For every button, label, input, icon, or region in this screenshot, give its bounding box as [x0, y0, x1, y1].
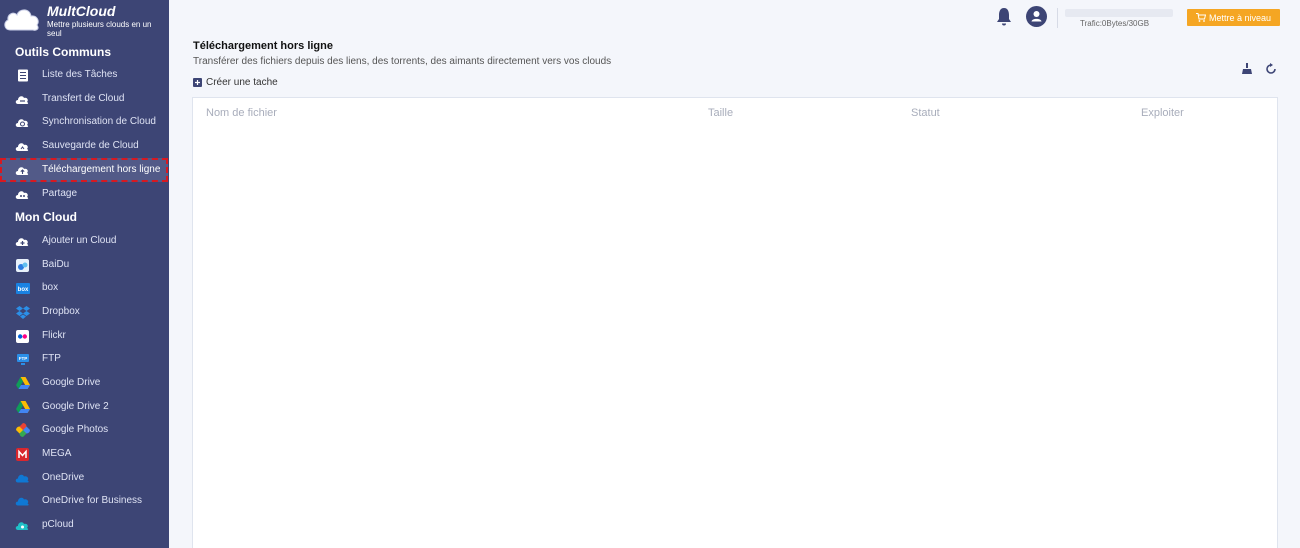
sidebar-item-baidu[interactable]: BaiDu — [0, 253, 169, 277]
sidebar-item-box[interactable]: box box — [0, 276, 169, 300]
sidebar-item-pcloud[interactable]: pCloud — [0, 513, 169, 537]
multcloud-logo-icon — [4, 9, 39, 31]
brand-tagline: Mettre plusieurs clouds en un seul — [47, 20, 152, 38]
sidebar-item-onedrive[interactable]: OneDrive — [0, 466, 169, 490]
ftp-icon: FTP — [15, 352, 30, 366]
sidebar-item-label: box — [42, 282, 59, 293]
sidebar-item-mega[interactable]: MEGA — [0, 442, 169, 466]
traffic-usage-text: Trafic:0Bytes/30GB — [1080, 19, 1150, 28]
sidebar-item-label: MEGA — [42, 448, 72, 459]
sidebar-item-label: Google Drive 2 — [42, 401, 109, 412]
sidebar-item-label: Ajouter un Cloud — [42, 235, 117, 246]
svg-text:box: box — [17, 287, 28, 293]
brand-name: MultCloud — [47, 3, 116, 19]
sidebar-item-label: Synchronisation de Cloud — [42, 116, 156, 127]
refresh-icon[interactable] — [1264, 62, 1278, 76]
section-tools-heading: Outils Communs — [15, 45, 112, 59]
sidebar-item-cloud-backup[interactable]: Sauvegarde de Cloud — [0, 134, 169, 158]
sidebar-item-label: Téléchargement hors ligne — [42, 164, 161, 175]
sidebar-item-label: OneDrive — [42, 472, 85, 483]
svg-text:FTP: FTP — [18, 356, 27, 361]
google-drive-icon — [15, 400, 30, 414]
sidebar-item-google-drive-2[interactable]: Google Drive 2 — [0, 395, 169, 419]
onedrive-icon — [15, 494, 30, 508]
column-header-filename[interactable]: Nom de fichier — [206, 107, 277, 119]
sidebar-item-label: pCloud — [42, 519, 74, 530]
pcloud-icon — [15, 518, 30, 532]
column-header-status[interactable]: Statut — [911, 107, 940, 119]
cloud-backup-icon — [15, 139, 30, 153]
sidebar-item-onedrive-business[interactable]: OneDrive for Business — [0, 489, 169, 513]
upgrade-label: Mettre à niveau — [1208, 12, 1272, 23]
upgrade-button[interactable]: Mettre à niveau — [1187, 9, 1280, 26]
sidebar-item-label: FTP — [42, 353, 61, 364]
page-title: Téléchargement hors ligne — [193, 40, 333, 52]
sidebar-item-label: Flickr — [42, 330, 66, 341]
logo[interactable]: MultCloud Mettre plusieurs clouds en un … — [0, 0, 169, 40]
section-clouds-heading: Mon Cloud — [15, 210, 77, 224]
sidebar-item-offline-download[interactable]: Téléchargement hors ligne — [0, 158, 168, 182]
create-task-label: Créer une tache — [206, 76, 278, 88]
avatar[interactable] — [1026, 6, 1047, 27]
user-icon — [1031, 11, 1042, 22]
add-cloud-icon — [15, 234, 30, 248]
sidebar-item-ftp[interactable]: FTP FTP — [0, 347, 169, 371]
sidebar-item-label: Sauvegarde de Cloud — [42, 140, 139, 151]
sidebar-item-label: OneDrive for Business — [42, 495, 143, 506]
add-task-icon — [193, 77, 202, 87]
onedrive-icon — [15, 471, 30, 485]
sidebar-item-cloud-transfer[interactable]: Transfert de Cloud — [0, 87, 169, 111]
sidebar-item-label: BaiDu — [42, 259, 70, 270]
column-header-size[interactable]: Taille — [708, 107, 733, 119]
sidebar: MultCloud Mettre plusieurs clouds en un … — [0, 0, 169, 548]
column-header-actions[interactable]: Exploiter — [1141, 107, 1184, 119]
cloud-upload-icon — [15, 163, 30, 177]
cloud-transfer-icon — [15, 92, 30, 106]
google-photos-icon — [15, 423, 30, 437]
baidu-icon — [15, 258, 30, 272]
sidebar-item-label: Google Drive — [42, 377, 101, 388]
sidebar-item-flickr[interactable]: Flickr — [0, 324, 169, 348]
header-divider — [1057, 8, 1058, 28]
mega-icon — [15, 447, 30, 461]
box-icon: box — [15, 281, 30, 295]
task-list-icon — [15, 68, 30, 82]
cloud-share-icon — [15, 187, 30, 201]
cloud-sync-icon — [15, 115, 30, 129]
sidebar-item-cloud-sync[interactable]: Synchronisation de Cloud — [0, 110, 169, 134]
sidebar-item-label: Partage — [42, 188, 78, 199]
sidebar-item-label: Transfert de Cloud — [42, 93, 125, 104]
sidebar-item-label: Liste des Tâches — [42, 69, 118, 80]
sidebar-item-google-photos[interactable]: Google Photos — [0, 418, 169, 442]
sidebar-item-google-drive[interactable]: Google Drive — [0, 371, 169, 395]
cart-icon — [1195, 13, 1206, 22]
clear-broom-icon[interactable] — [1240, 62, 1254, 76]
page-subtitle: Transférer des fichiers depuis des liens… — [193, 56, 612, 67]
sidebar-item-dropbox[interactable]: Dropbox — [0, 300, 169, 324]
flickr-icon — [15, 329, 30, 343]
bell-icon[interactable] — [995, 7, 1013, 27]
sidebar-item-label: Dropbox — [42, 306, 80, 317]
dropbox-icon — [15, 305, 30, 319]
create-task-button[interactable]: Créer une tache — [193, 76, 278, 88]
sidebar-item-add-cloud[interactable]: Ajouter un Cloud — [0, 229, 169, 253]
sidebar-item-share[interactable]: Partage — [0, 182, 169, 206]
sidebar-item-task-list[interactable]: Liste des Tâches — [0, 63, 169, 87]
task-table: Nom de fichier Taille Statut Exploiter — [192, 97, 1278, 548]
traffic-progress-bar — [1065, 9, 1173, 17]
google-drive-icon — [15, 376, 30, 390]
sidebar-item-label: Google Photos — [42, 424, 109, 435]
